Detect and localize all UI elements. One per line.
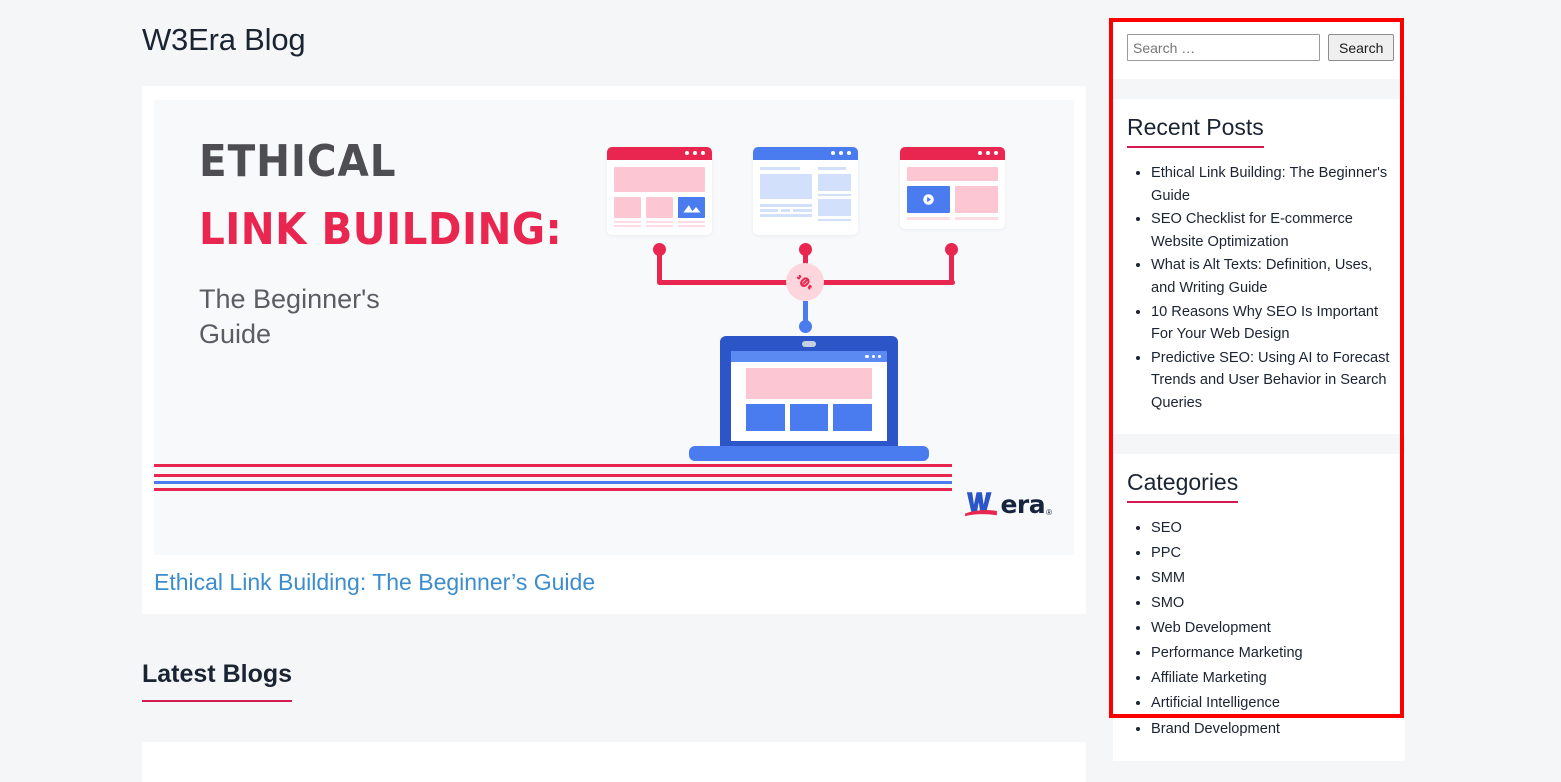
recent-post-link[interactable]: Predictive SEO: Using AI to Forecast Tre…: [1151, 350, 1389, 411]
search-form: Search: [1127, 34, 1395, 61]
w3era-logo-mark-icon: [965, 492, 998, 517]
recent-post-link[interactable]: Ethical Link Building: The Beginner's Gu…: [1151, 165, 1387, 204]
search-widget: Search: [1113, 18, 1405, 79]
category-link[interactable]: Brand Development: [1151, 721, 1280, 737]
browser-window-pink-right: [900, 147, 1005, 229]
list-item[interactable]: Performance Marketing: [1151, 642, 1391, 665]
recent-post-link[interactable]: SEO Checklist for E-commerce Website Opt…: [1151, 211, 1353, 250]
category-link[interactable]: Artificial Intelligence: [1151, 695, 1280, 711]
category-link[interactable]: SMO: [1151, 595, 1184, 611]
latest-blogs-heading: Latest Blogs: [142, 660, 293, 702]
list-item[interactable]: Web Development: [1151, 617, 1391, 640]
categories-widget: Categories SEO PPC SMM SMO Web Developme…: [1113, 453, 1405, 761]
decorative-rule-blue: [154, 481, 952, 484]
featured-post-image[interactable]: ETHICAL LINK BUILDING: The Beginner's Gu…: [154, 100, 1074, 555]
list-item[interactable]: Ethical Link Building: The Beginner's Gu…: [1151, 162, 1391, 207]
list-item[interactable]: Affiliate Marketing: [1151, 667, 1391, 690]
w3era-logo-text: era: [1000, 490, 1046, 519]
featured-post-title-link[interactable]: Ethical Link Building: The Beginner’s Gu…: [154, 569, 1062, 596]
list-item[interactable]: Brand Development: [1151, 718, 1391, 741]
decorative-rule-red-top: [154, 464, 952, 467]
latest-blogs-section: Latest Blogs: [142, 660, 293, 702]
connector-dot-bottom: [799, 320, 812, 333]
categories-heading: Categories: [1127, 454, 1239, 503]
browser-titlebar: [607, 147, 712, 160]
widget-spacer: [1113, 433, 1405, 454]
window-dots-icon: [831, 151, 851, 155]
list-item[interactable]: Predictive SEO: Using AI to Forecast Tre…: [1151, 347, 1391, 415]
window-dots-icon: [685, 151, 705, 155]
featured-headline-line1: ETHICAL: [199, 136, 397, 187]
list-item[interactable]: SEO: [1151, 517, 1391, 540]
browser-content: [753, 160, 858, 228]
recent-posts-widget: Recent Posts Ethical Link Building: The …: [1113, 99, 1405, 434]
recent-posts-list: Ethical Link Building: The Beginner's Gu…: [1127, 162, 1391, 434]
category-link[interactable]: SEO: [1151, 520, 1182, 536]
featured-subhead-line1: The Beginner's: [199, 284, 380, 314]
play-button-icon: [923, 194, 934, 205]
list-item[interactable]: What is Alt Texts: Definition, Uses, and…: [1151, 254, 1391, 299]
list-item[interactable]: SMO: [1151, 592, 1391, 615]
next-post-card[interactable]: [142, 742, 1086, 782]
featured-headline-line2: LINK BUILDING:: [199, 204, 563, 255]
featured-image-headline-block: ETHICAL LINK BUILDING: The Beginner's Gu…: [199, 140, 619, 351]
category-link[interactable]: Web Development: [1151, 620, 1271, 636]
category-link[interactable]: Performance Marketing: [1151, 645, 1303, 661]
list-item[interactable]: PPC: [1151, 542, 1391, 565]
blog-page: W3Era Blog ETHICAL LINK BUILDING: The Be…: [0, 0, 1561, 782]
connector-line-right-vertical: [949, 250, 954, 282]
connector-line-left-vertical: [657, 250, 662, 282]
link-chain-badge: [786, 263, 824, 301]
sidebar: Search Recent Posts Ethical Link Buildin…: [1113, 18, 1405, 761]
window-dots-icon: [978, 151, 998, 155]
decorative-rule-red-bottom: [154, 488, 952, 491]
browser-content: [607, 160, 712, 234]
list-item[interactable]: SEO Checklist for E-commerce Website Opt…: [1151, 208, 1391, 253]
list-item[interactable]: 10 Reasons Why SEO Is Important For Your…: [1151, 301, 1391, 346]
category-link[interactable]: PPC: [1151, 545, 1181, 561]
recent-post-link[interactable]: 10 Reasons Why SEO Is Important For Your…: [1151, 304, 1378, 343]
browser-window-pink-left: [607, 147, 712, 235]
recent-post-link[interactable]: What is Alt Texts: Definition, Uses, and…: [1151, 257, 1372, 296]
widget-spacer: [1113, 79, 1405, 99]
list-item[interactable]: SMM: [1151, 567, 1391, 590]
featured-subhead-line2: Guide: [199, 318, 272, 349]
w3era-logo: era ®: [963, 487, 1052, 517]
list-item[interactable]: Artificial Intelligence: [1151, 692, 1391, 715]
laptop-illustration: [689, 336, 929, 466]
browser-window-blue-center: [753, 147, 858, 235]
image-placeholder-icon: [683, 205, 701, 213]
featured-post-card[interactable]: ETHICAL LINK BUILDING: The Beginner's Gu…: [142, 86, 1086, 614]
main-content-column: W3Era Blog ETHICAL LINK BUILDING: The Be…: [142, 0, 1086, 782]
category-link[interactable]: Affiliate Marketing: [1151, 670, 1267, 686]
search-input[interactable]: [1127, 34, 1320, 61]
link-chain-icon: [796, 274, 812, 290]
recent-posts-heading: Recent Posts: [1127, 99, 1264, 148]
browser-content: [900, 160, 1005, 227]
search-button[interactable]: Search: [1328, 34, 1395, 61]
browser-titlebar: [753, 147, 858, 160]
decorative-rule-red-mid: [154, 474, 952, 477]
browser-titlebar: [900, 147, 1005, 160]
categories-list: SEO PPC SMM SMO Web Development Performa…: [1127, 517, 1391, 761]
page-title: W3Era Blog: [142, 22, 306, 57]
category-link[interactable]: SMM: [1151, 570, 1185, 586]
w3era-logo-registered: ®: [1046, 508, 1052, 517]
